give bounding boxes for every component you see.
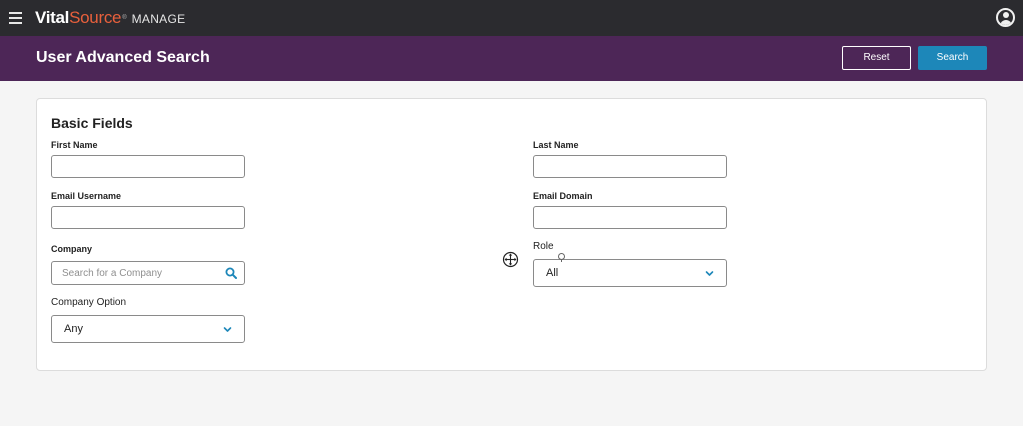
email-domain-label: Email Domain <box>533 191 593 201</box>
chevron-down-icon <box>705 271 714 276</box>
magnifier-icon[interactable] <box>225 267 237 279</box>
top-nav-bar: VitalSource® MANAGE <box>0 0 1023 36</box>
move-cursor-icon <box>502 251 519 268</box>
company-option-dropdown[interactable]: Any <box>51 315 245 343</box>
chevron-down-icon <box>223 327 232 332</box>
email-domain-input[interactable] <box>534 207 726 228</box>
role-selected-value: All <box>546 267 559 279</box>
page-header: User Advanced Search Reset Search <box>0 36 1023 81</box>
logo-registered-mark: ® <box>122 15 127 21</box>
last-name-label: Last Name <box>533 140 579 150</box>
company-search-field[interactable] <box>51 261 245 285</box>
company-option-selected-value: Any <box>64 323 83 335</box>
logo-product-text: MANAGE <box>131 12 186 26</box>
last-name-field[interactable] <box>533 155 727 178</box>
last-name-input[interactable] <box>534 156 726 177</box>
first-name-input[interactable] <box>52 156 244 177</box>
vitalsource-manage-logo[interactable]: VitalSource® MANAGE <box>35 8 185 28</box>
first-name-field[interactable] <box>51 155 245 178</box>
basic-fields-card: Basic Fields First Name Last Name Email … <box>36 98 987 371</box>
company-label: Company <box>51 244 93 254</box>
user-account-icon[interactable] <box>996 8 1015 27</box>
logo-source-text: Source <box>69 8 122 27</box>
role-dropdown[interactable]: All <box>533 259 727 287</box>
logo-vital-text: Vital <box>35 8 70 27</box>
hamburger-menu-icon[interactable] <box>9 9 22 25</box>
company-search-input[interactable] <box>52 262 244 284</box>
company-option-label: Company Option <box>51 297 127 308</box>
reset-button[interactable]: Reset <box>842 46 911 70</box>
email-domain-field[interactable] <box>533 206 727 229</box>
section-title: Basic Fields <box>51 115 133 131</box>
email-username-input[interactable] <box>52 207 244 228</box>
email-username-label: Email Username <box>51 191 122 201</box>
role-label: Role <box>533 241 554 252</box>
resize-handle-stem <box>561 259 562 262</box>
first-name-label: First Name <box>51 140 98 150</box>
search-button[interactable]: Search <box>918 46 987 70</box>
email-username-field[interactable] <box>51 206 245 229</box>
page-title: User Advanced Search <box>36 49 210 66</box>
